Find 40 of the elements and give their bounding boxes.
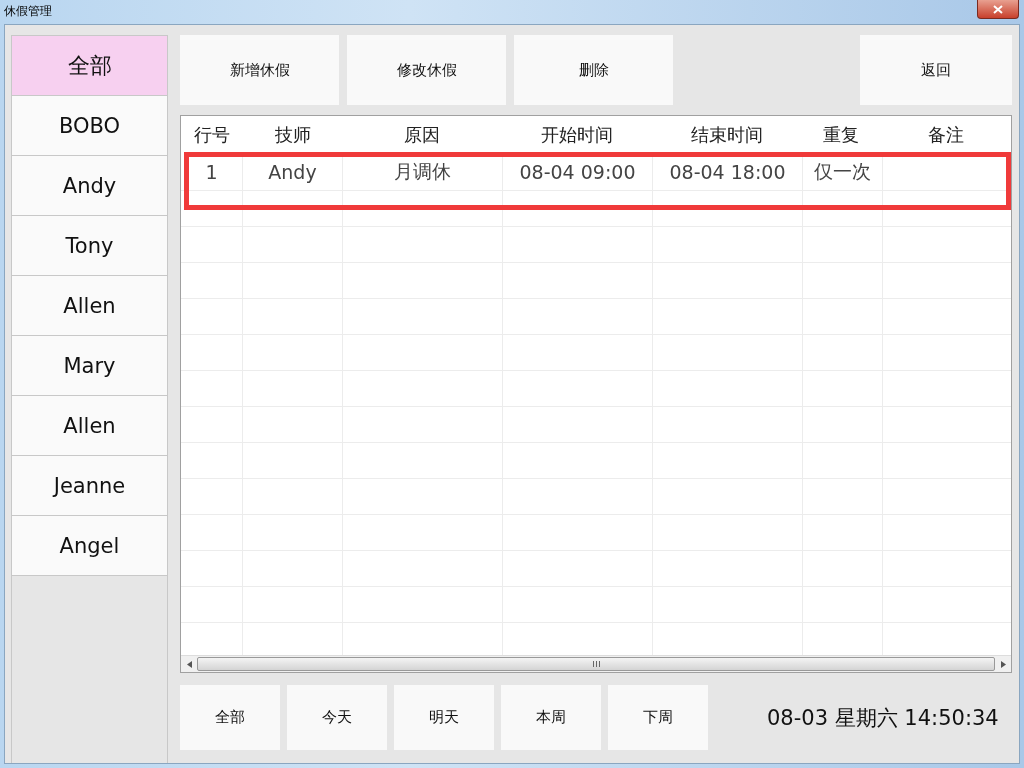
sidebar-item[interactable]: Jeanne (12, 456, 167, 516)
sidebar-item[interactable]: Allen (12, 276, 167, 336)
table-cell: Andy (243, 154, 343, 190)
column-header: 技师 (273, 123, 312, 147)
toolbar-button[interactable]: 删除 (514, 35, 673, 105)
left-arrow-icon[interactable] (186, 660, 192, 668)
toolbar-button[interactable]: 新增休假 (180, 35, 339, 105)
column-header: 结束时间 (689, 123, 764, 147)
sidebar-item[interactable]: Tony (12, 216, 167, 276)
column-header: 原因 (403, 123, 442, 147)
filter-button[interactable]: 本周 (501, 685, 601, 750)
sidebar-item[interactable]: Andy (12, 156, 167, 216)
sidebar-item[interactable]: Mary (12, 336, 167, 396)
filter-button[interactable]: 全部 (180, 685, 280, 750)
column-header: 开始时间 (540, 123, 615, 147)
table-cell: 仅一次 (803, 154, 883, 190)
right-arrow-icon[interactable] (1000, 660, 1006, 668)
close-icon (993, 4, 1003, 14)
filter-button[interactable]: 下周 (608, 685, 708, 750)
horizontal-scrollbar[interactable] (181, 655, 1011, 672)
table-cell: 08-04 18:00 (653, 154, 803, 190)
back-button[interactable]: 返回 (860, 35, 1012, 105)
grip-icon (592, 661, 600, 667)
table-cell: 1 (181, 154, 243, 190)
column-header: 重复 (822, 123, 861, 147)
sidebar-item[interactable]: Angel (12, 516, 167, 576)
table-cell: 月调休 (343, 154, 503, 190)
column-header: 行号 (192, 123, 231, 147)
table-cell: 08-04 09:00 (503, 154, 653, 190)
filter-button[interactable]: 明天 (394, 685, 494, 750)
sidebar-item[interactable]: 全部 (12, 36, 167, 96)
scrollbar-thumb[interactable] (197, 657, 995, 671)
toolbar-button[interactable]: 修改休假 (347, 35, 506, 105)
window-title: 休假管理 (3, 3, 53, 20)
close-button[interactable] (977, 0, 1019, 19)
date-time-text: 08-03 星期六 14:50:34 (767, 704, 999, 732)
sidebar-item[interactable]: Allen (12, 396, 167, 456)
sidebar-item[interactable]: BOBO (12, 96, 167, 156)
filter-button[interactable]: 今天 (287, 685, 387, 750)
column-header: 备注 (927, 123, 966, 147)
